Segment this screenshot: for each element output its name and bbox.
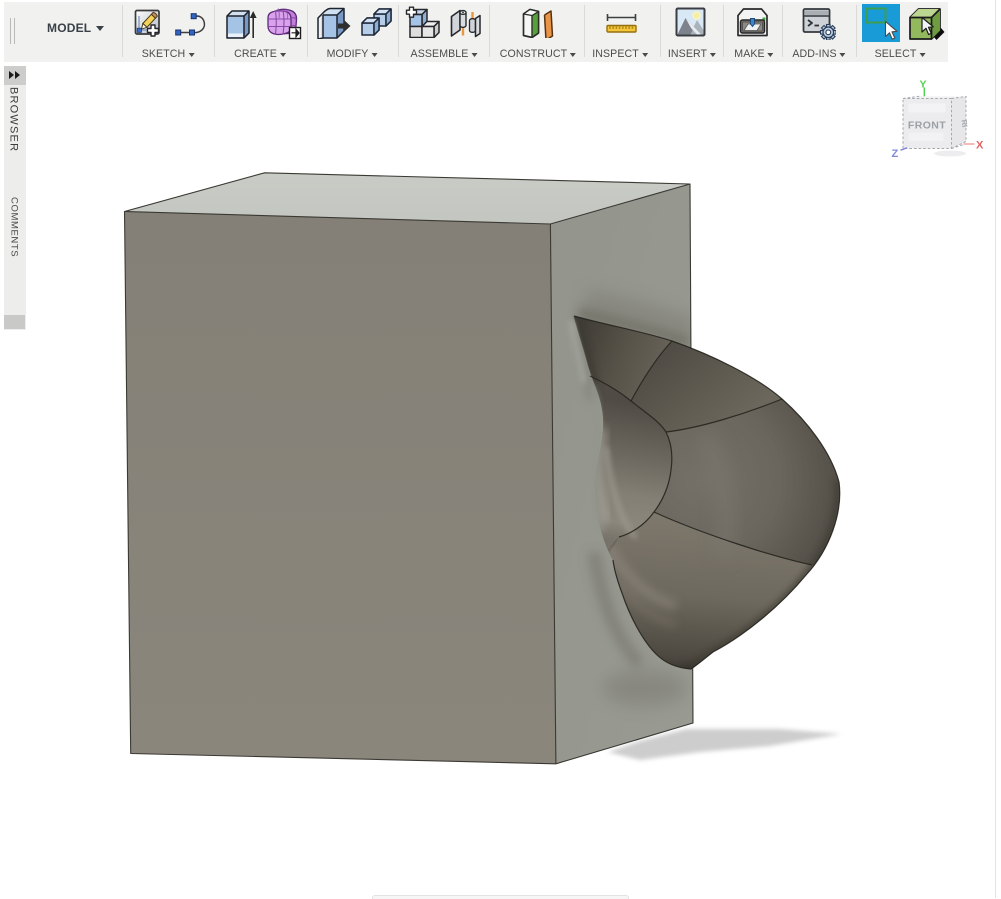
svg-text:Y: Y — [920, 79, 927, 91]
svg-text:RI: RI — [960, 119, 970, 128]
svg-text:X: X — [976, 140, 984, 152]
svg-text:Z: Z — [892, 148, 899, 160]
svg-text:FRONT: FRONT — [908, 120, 946, 132]
